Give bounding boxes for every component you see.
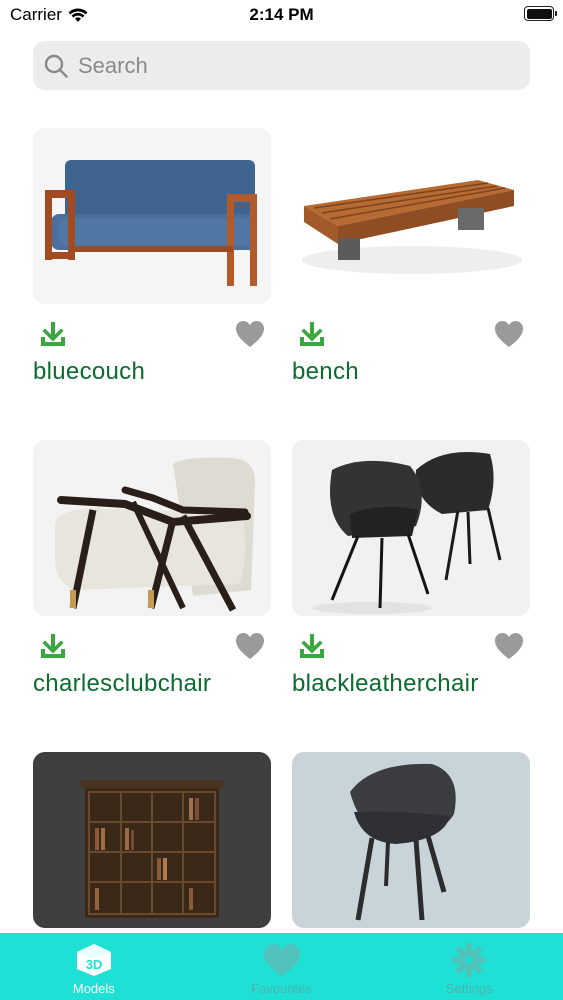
tab-label: Favourites xyxy=(251,981,312,996)
favorite-heart-icon[interactable] xyxy=(494,632,524,660)
favorite-heart-icon[interactable] xyxy=(235,320,265,348)
model-card[interactable]: charlesclubchair xyxy=(33,440,271,698)
model-card[interactable] xyxy=(33,752,271,928)
clock: 2:14 PM xyxy=(249,5,314,24)
model-thumbnail-grey-chair[interactable] xyxy=(292,752,530,928)
tab-label: Settings xyxy=(445,981,493,996)
heart-icon xyxy=(263,944,300,976)
model-card[interactable]: bluecouch xyxy=(33,128,271,386)
model-card[interactable]: bench xyxy=(292,128,530,386)
card-actions xyxy=(292,616,530,672)
model-name[interactable]: charlesclubchair xyxy=(33,670,271,698)
model-name[interactable]: blackleatherchair xyxy=(292,670,530,698)
download-icon[interactable] xyxy=(298,632,326,660)
download-icon[interactable] xyxy=(39,632,67,660)
download-icon[interactable] xyxy=(39,320,67,348)
card-actions xyxy=(33,616,271,672)
tab-models[interactable]: 3D Models xyxy=(0,933,188,1000)
favorite-heart-icon[interactable] xyxy=(235,632,265,660)
download-icon[interactable] xyxy=(298,320,326,348)
tab-settings[interactable]: Settings xyxy=(375,933,563,1000)
svg-text:3D: 3D xyxy=(86,957,103,972)
model-thumbnail-charlesclubchair[interactable] xyxy=(33,440,271,616)
model-card[interactable]: blackleatherchair xyxy=(292,440,530,698)
model-card[interactable] xyxy=(292,752,530,928)
tab-label: Models xyxy=(72,981,115,996)
model-name[interactable]: bench xyxy=(292,358,530,386)
favorite-heart-icon[interactable] xyxy=(494,320,524,348)
model-name[interactable]: bluecouch xyxy=(33,358,271,386)
gear-icon xyxy=(452,943,487,977)
tab-bar: 3D Models Favourites Settings xyxy=(0,933,563,1000)
search-input[interactable] xyxy=(76,51,500,80)
model-thumbnail-bench[interactable] xyxy=(292,128,530,304)
cube-3d-icon: 3D xyxy=(76,944,111,976)
search-bar[interactable] xyxy=(33,41,530,90)
tab-favourites[interactable]: Favourites xyxy=(188,933,376,1000)
model-thumbnail-bookshelf[interactable] xyxy=(33,752,271,928)
model-thumbnail-blackleatherchair[interactable] xyxy=(292,440,530,616)
model-thumbnail-bluecouch[interactable] xyxy=(33,128,271,304)
card-actions xyxy=(292,304,530,360)
status-bar: Carrier 2:14 PM xyxy=(0,0,563,30)
battery-icon xyxy=(524,6,557,21)
card-actions xyxy=(33,304,271,360)
search-icon xyxy=(44,54,68,78)
